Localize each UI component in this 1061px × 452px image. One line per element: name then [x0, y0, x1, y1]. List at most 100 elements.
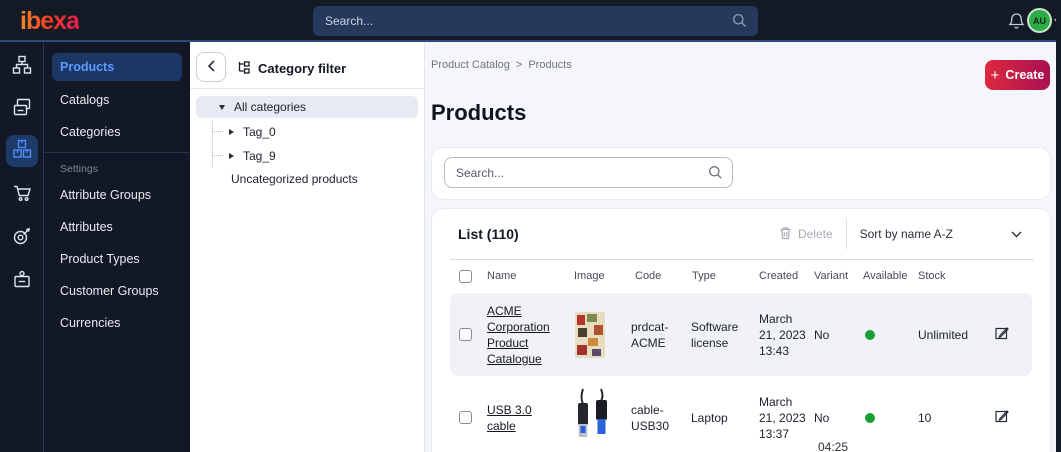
sidebar-item-customer-groups[interactable]: Customer Groups: [60, 284, 159, 298]
caret-right-icon[interactable]: [229, 153, 234, 159]
partial-row-text: 04:25: [818, 440, 849, 452]
divider: [845, 219, 847, 249]
delete-button[interactable]: Delete: [779, 226, 833, 243]
row-checkbox[interactable]: [459, 411, 472, 424]
caret-down-icon[interactable]: [219, 104, 225, 110]
edit-button[interactable]: [994, 325, 1010, 344]
rail-item-content-tree[interactable]: [6, 51, 38, 83]
product-search-input[interactable]: [444, 157, 733, 188]
created-date: March 21, 2023 13:37: [759, 394, 806, 441]
badge-icon: [12, 269, 32, 294]
breadcrumb-product-catalog[interactable]: Product Catalog: [431, 59, 510, 71]
tree-guide-line: [212, 131, 223, 132]
rail-item-products[interactable]: [6, 135, 38, 167]
column-header-created: Created: [759, 270, 799, 282]
category-filter-panel: Category filter All categories Tag_0 Tag…: [190, 42, 425, 452]
filter-search-card: [431, 147, 1051, 200]
edit-button[interactable]: [994, 408, 1010, 427]
tree-guide-line: [212, 120, 213, 167]
category-tree-icon: [237, 60, 251, 77]
tree-item-tag-9[interactable]: Tag_9: [229, 149, 276, 163]
plus-icon: +: [990, 66, 1000, 84]
rail-item-customers[interactable]: [6, 265, 38, 297]
available-status-dot: [865, 412, 875, 423]
chevron-down-icon: [1011, 227, 1022, 241]
sidebar-item-attribute-groups[interactable]: Attribute Groups: [60, 188, 151, 202]
sidebar-divider: [44, 152, 190, 153]
sidebar-section-settings: Settings: [60, 163, 98, 175]
product-image: [571, 388, 613, 447]
product-name-link[interactable]: ACME Corporation Product Catalogue: [487, 303, 555, 367]
breadcrumb: Product Catalog > Products: [431, 59, 572, 71]
breadcrumb-products[interactable]: Products: [528, 59, 571, 71]
rail-item-pages[interactable]: [6, 93, 38, 125]
trash-icon: [779, 226, 792, 243]
column-header-type: Type: [692, 270, 716, 282]
column-header-code: Code: [635, 270, 662, 282]
chevron-left-icon: [207, 59, 216, 75]
sidebar-item-product-types[interactable]: Product Types: [60, 252, 140, 266]
column-header-image: Image: [574, 270, 605, 282]
variant-value: No: [814, 410, 830, 425]
cart-icon: [12, 183, 32, 208]
target-icon: [12, 226, 32, 251]
list-actions: Delete Sort by name A-Z: [779, 209, 1022, 259]
app-window: ibexa AU: [0, 0, 1061, 452]
stock-value: Unlimited: [918, 327, 969, 342]
caret-right-icon[interactable]: [229, 129, 234, 135]
search-icon[interactable]: [708, 165, 723, 185]
page-title: Products: [431, 100, 527, 125]
table-header: Name Image Code Type Created Variant Ava…: [450, 259, 1034, 293]
global-search-input[interactable]: [313, 6, 758, 36]
product-code: cable-USB30: [631, 402, 670, 433]
sitemap-icon: [12, 55, 32, 80]
create-button[interactable]: + Create: [985, 60, 1050, 90]
list-title: List (110): [458, 226, 519, 242]
rail-item-personalization[interactable]: [6, 222, 38, 254]
tree-item-uncategorized[interactable]: Uncategorized products: [231, 172, 358, 186]
available-status-dot: [865, 329, 875, 340]
sidebar-item-attributes[interactable]: Attributes: [60, 220, 113, 234]
product-image: [575, 311, 605, 358]
created-date: March 21, 2023 13:43: [759, 311, 806, 358]
column-header-stock: Stock: [918, 270, 946, 282]
category-filter-title: Category filter: [237, 60, 346, 77]
rail-item-cart[interactable]: [6, 179, 38, 211]
icon-rail: [0, 42, 44, 452]
sidebar-item-currencies[interactable]: Currencies: [60, 316, 120, 330]
column-header-name: Name: [487, 270, 517, 282]
column-header-variant: Variant: [814, 270, 849, 282]
product-boxes-icon: [12, 139, 32, 164]
search-icon[interactable]: [732, 13, 747, 33]
sidebar-item-categories[interactable]: Categories: [60, 125, 120, 139]
table-row: ACME Corporation Product Catalogue prdca…: [450, 293, 1032, 376]
sidebar-item-products[interactable]: Products: [52, 53, 182, 81]
topbar: ibexa AU: [0, 0, 1061, 42]
notifications-bell-icon[interactable]: [1008, 12, 1025, 35]
table-row: USB 3.0 cable cable-USB30 Laptop March 2…: [450, 376, 1032, 452]
select-all-checkbox[interactable]: [459, 269, 472, 283]
tree-item-all-categories[interactable]: All categories: [196, 96, 418, 118]
sidebar-item-catalogs[interactable]: Catalogs: [60, 93, 109, 107]
pages-icon: [12, 97, 32, 122]
tree-item-tag-0[interactable]: Tag_0: [229, 125, 276, 139]
sort-dropdown[interactable]: Sort by name A-Z: [860, 227, 1022, 241]
product-name-link[interactable]: USB 3.0 cable: [487, 402, 555, 434]
sidebar-menu: Products Catalogs Categories Settings At…: [44, 42, 190, 452]
window-edge-strip: [1056, 0, 1061, 452]
breadcrumb-separator: >: [515, 59, 523, 71]
variant-value: No: [814, 327, 830, 342]
collapse-panel-button[interactable]: [196, 52, 226, 82]
column-header-available: Available: [863, 270, 908, 282]
product-type: Software license: [691, 319, 739, 350]
product-list-card: List (110) Delete Sort by name A-Z Name …: [431, 208, 1051, 452]
tree-guide-line: [212, 155, 223, 156]
panel-divider: [190, 88, 425, 89]
stock-value: 10: [918, 410, 932, 425]
product-code: prdcat-ACME: [631, 319, 669, 350]
row-checkbox[interactable]: [459, 328, 472, 341]
main-content: Product Catalog > Products + Create Prod…: [425, 42, 1056, 452]
edit-icon: [994, 410, 1010, 427]
user-avatar[interactable]: AU: [1027, 8, 1052, 33]
ibexa-logo[interactable]: ibexa: [20, 7, 80, 36]
